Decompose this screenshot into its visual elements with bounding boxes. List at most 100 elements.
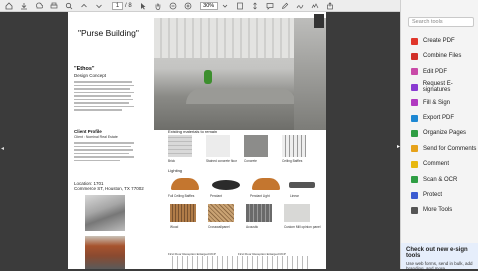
prev-page-icon[interactable] [78,0,89,11]
tool-icon [411,99,418,107]
tool-icon [411,83,418,91]
render-column [294,18,326,130]
page-number-input[interactable]: 1 [112,1,123,10]
scroll-mode-icon[interactable] [250,0,261,11]
acoustic-label: Wood [170,225,179,229]
pdf-page: "Purse Building" "Ethos" Design Concept … [68,12,326,269]
tool-label: Edit PDF [423,68,448,75]
tool-label: Organize Pages [423,130,467,137]
upload-icon[interactable] [33,0,44,11]
building-photo [85,236,125,269]
tool-label: More Tools [423,207,453,214]
concept-body-text [74,81,134,113]
material-swatch [244,135,268,157]
acoustic-panel [170,204,196,222]
tool-label: Send for Comments [423,145,477,152]
concept-heading: Design Concept [74,73,107,78]
acoustic-panel [284,204,310,222]
interior-render-image [154,18,326,130]
page-navigator: 1 / 8 [112,1,132,10]
tool-label: Create PDF [423,38,455,44]
tool-scan-ocr[interactable]: Scan & OCR [411,175,457,185]
acoustic-panel [246,204,272,222]
tool-icon [411,145,418,153]
material-swatch [282,135,306,157]
tool-export-pdf[interactable]: Export PDF [411,113,454,123]
tool-protect[interactable]: Protect [411,190,442,200]
light-label: Linear [290,194,299,198]
acoustic-panel [208,204,234,222]
save-icon[interactable] [18,0,29,11]
tool-label: Combine Files [423,53,462,60]
select-cursor-icon[interactable] [138,0,149,11]
share-icon[interactable] [325,0,336,11]
tool-request-e-signatures[interactable]: Request E-signatures [411,81,478,94]
light-label: Pendant [210,194,222,198]
tool-edit-pdf[interactable]: Edit PDF [411,67,447,77]
search-doc-icon[interactable] [63,0,74,11]
light-fixture [212,180,240,190]
tool-label: Protect [423,192,443,198]
material-label: Ceiling Baffles [282,159,303,163]
search-tools-input[interactable]: Search tools [408,17,474,27]
tool-send-for-comments[interactable]: Send for Comments [411,144,476,154]
left-panel-toggle-icon[interactable]: ◂ [1,145,4,152]
draw-icon[interactable] [295,0,306,11]
tool-fill-sign[interactable]: Fill & Sign [411,98,450,108]
promo-title: Check out new e-sign tools [406,247,468,259]
fit-page-icon[interactable] [235,0,246,11]
tool-icon [411,160,418,168]
acoustic-label: Crosswallpanel [208,225,230,229]
tool-icon [411,68,418,76]
site-aerial-photo [85,195,125,231]
promo-text: Use web forms, send in bulk, add brandin… [406,261,473,271]
tool-label: Comment [423,161,450,168]
tool-label: Export PDF [423,115,455,121]
ethos-heading: "Ethos" [74,66,95,72]
tool-icon [411,114,418,122]
pdf-toolbar: 1 / 8 30% [0,0,400,12]
tool-icon [411,191,418,199]
render-reception-desk [186,88,296,104]
promo-banner[interactable]: Check out new e-sign tools Use web forms… [401,243,478,271]
next-page-icon[interactable] [93,0,104,11]
material-label: Brick [168,159,176,163]
tool-icon [411,129,418,137]
page-total: / 8 [125,2,132,9]
light-fixture [289,182,315,188]
tool-organize-pages[interactable]: Organize Pages [411,128,466,138]
acoustic-label: Acoustic [246,225,259,229]
logo-image [314,14,324,28]
client-body-text [74,142,134,163]
floor-plan-drawings [168,256,308,269]
tool-label: Request E-signatures [422,81,453,94]
light-label: Full Ceiling Baffles [168,194,195,198]
material-swatch [206,135,230,157]
page-title: "Purse Building" [78,28,139,38]
material-swatch [168,135,192,157]
acoustic-label: Custom Mill opinion panel [284,225,321,229]
client-heading: Client Profile [74,129,102,134]
location-text: Location: 1701 Commerce ST, Houston, TX … [74,181,144,191]
print-icon[interactable] [48,0,59,11]
zoom-out-icon[interactable] [168,0,179,11]
tool-label: Scan & OCR [423,176,458,183]
tool-create-pdf[interactable]: Create PDF [411,36,455,46]
chevron-down-icon[interactable] [220,0,231,11]
sign-icon[interactable] [310,0,321,11]
zoom-in-icon[interactable] [183,0,194,11]
hand-tool-icon[interactable] [153,0,164,11]
zoom-level-select[interactable]: 30% [199,1,218,10]
render-plant [204,70,212,84]
light-fixture [171,178,199,190]
highlight-pen-icon[interactable] [280,0,291,11]
tool-icon [411,37,418,45]
material-label: Concrete [244,159,257,163]
tool-comment[interactable]: Comment [411,159,449,169]
comment-icon[interactable] [265,0,276,11]
materials-heading: Existing materials to remain [168,129,218,134]
tool-more-tools[interactable]: More Tools [411,205,452,215]
home-icon[interactable] [3,0,14,11]
tool-combine-files[interactable]: Combine Files [411,51,461,61]
tools-sidebar: Search tools Create PDF Combine Files Edit… [400,0,478,271]
